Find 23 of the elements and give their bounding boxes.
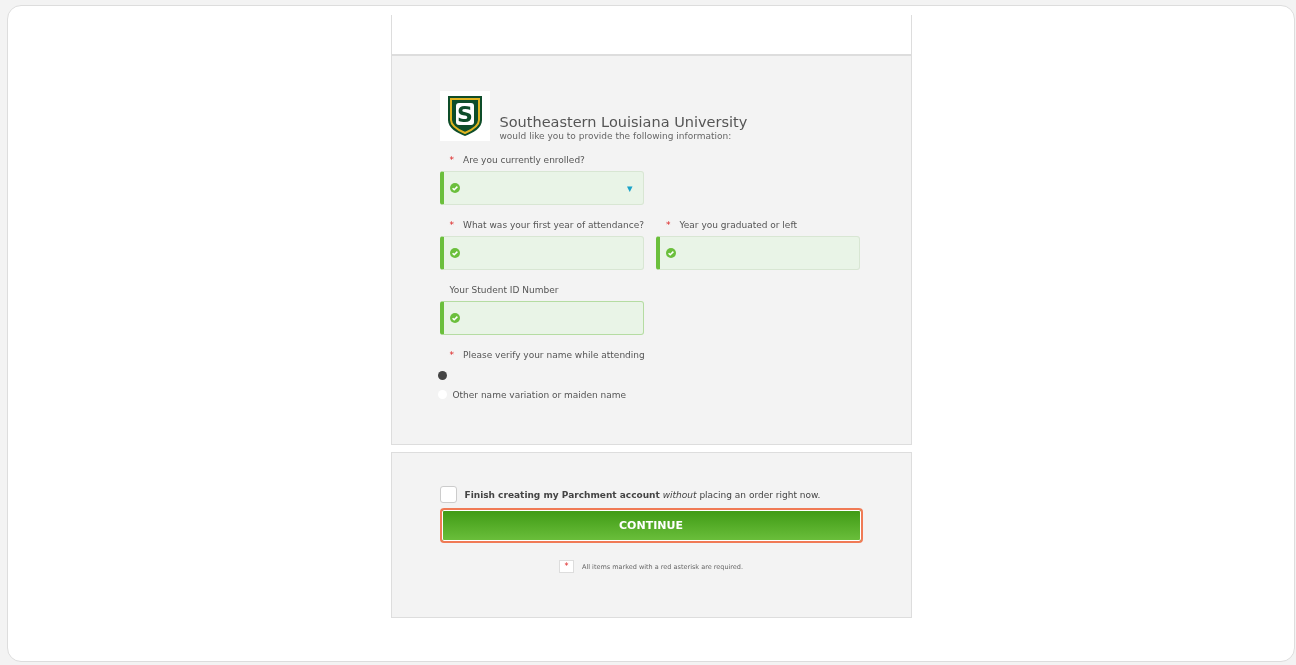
continue-button[interactable]: CONTINUE (439, 508, 863, 543)
required-asterisk: * (449, 350, 454, 360)
radio-label: Other name variation or maiden name (452, 389, 627, 400)
school-subtitle: would like you to provide the following information: (499, 131, 733, 141)
required-asterisk: * (449, 220, 454, 230)
field-label: Your Student ID Number (449, 285, 559, 295)
field-label: What was your first year of attendance? (463, 220, 644, 230)
input-field[interactable] (439, 301, 644, 335)
required-asterisk: * (665, 220, 671, 230)
required-asterisk: * (449, 155, 454, 165)
caret-icon: ▾ (626, 181, 633, 195)
required-asterisk: * (558, 560, 574, 573)
checkbox-label: Finish creating my Parchment account without placing an order right now. (464, 489, 821, 500)
radio-button[interactable] (437, 371, 447, 380)
input-field[interactable] (655, 236, 860, 270)
select-field[interactable]: ▾ (439, 171, 644, 205)
checkbox[interactable] (439, 486, 457, 503)
input-field[interactable] (439, 236, 644, 270)
field-label: Are you currently enrolled? (463, 155, 585, 165)
field-label: Year you graduated or left (679, 220, 797, 230)
school-name: Southeastern Louisiana University (499, 113, 748, 131)
shield-logo: S (439, 91, 490, 141)
question-label: Please verify your name while attending (463, 350, 645, 360)
